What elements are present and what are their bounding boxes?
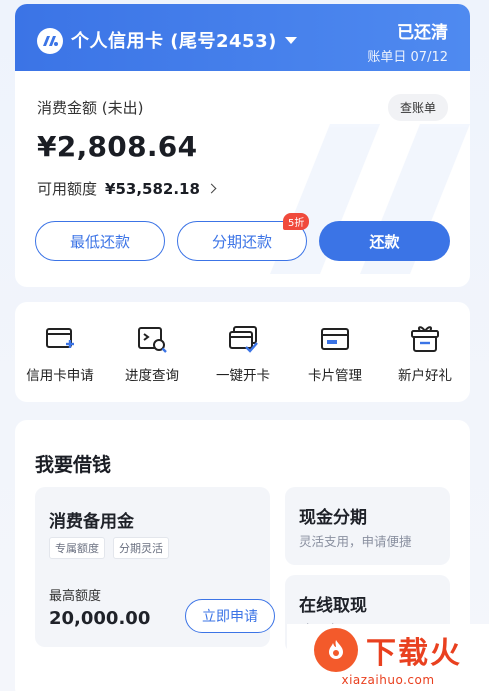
action-label: 信用卡申请 [26, 368, 94, 384]
available-value: ¥53,582.18 [105, 179, 200, 198]
progress-search-icon [138, 327, 167, 353]
action-label: 进度查询 [125, 368, 179, 384]
cash-installment-desc: 灵活支用，申请便捷 [299, 534, 412, 549]
fire-icon [314, 628, 358, 672]
section-title: 我要借钱 [35, 454, 112, 476]
action-new-gift[interactable]: 新户好礼 [380, 322, 470, 384]
card-title: 个人信用卡 (尾号2453) [71, 31, 277, 52]
credit-card-panel: 个人信用卡 (尾号2453) 已还清 账单日 07/12 消费金额 (未出) 查… [15, 4, 470, 287]
site-logo-row: 下载火 [314, 628, 462, 672]
action-card-activate[interactable]: 一键开卡 [198, 322, 288, 384]
action-label: 卡片管理 [308, 368, 362, 384]
available-credit-link[interactable]: 可用额度 ¥53,582.18 [37, 178, 217, 199]
repay-button-row: 最低还款 分期还款 5折 还款 [35, 213, 450, 261]
spend-amount: ¥2,808.64 [37, 130, 198, 163]
site-domain: xiazaihuo.com [341, 673, 435, 687]
card-manage-icon [321, 328, 349, 350]
apply-now-button[interactable]: 立即申请 [185, 599, 275, 633]
max-limit-value: 20,000.00 [49, 608, 151, 629]
site-name: 下载火 [366, 636, 462, 671]
bill-date: 账单日 07/12 [367, 50, 448, 65]
spend-label: 消费金额 (未出) [37, 99, 144, 117]
card-activate-icon [229, 326, 258, 353]
card-add-icon [46, 328, 74, 348]
gift-icon [411, 326, 439, 352]
repay-button[interactable]: 还款 [319, 221, 450, 261]
view-bill-button[interactable]: 查账单 [387, 94, 448, 121]
bank-logo-icon [37, 28, 63, 54]
action-card-apply[interactable]: 信用卡申请 [15, 322, 105, 384]
reserve-tags: 专属额度 分期灵活 [49, 537, 177, 559]
tag: 专属额度 [49, 537, 105, 559]
action-card-manage[interactable]: 卡片管理 [290, 322, 380, 384]
online-cash-title: 在线取现 [299, 596, 367, 616]
discount-badge: 5折 [283, 213, 310, 230]
action-progress-query[interactable]: 进度查询 [107, 322, 197, 384]
chevron-down-icon [284, 36, 297, 44]
card-selector[interactable]: 个人信用卡 (尾号2453) [71, 27, 297, 53]
action-label: 新户好礼 [398, 368, 452, 384]
quick-actions: 信用卡申请 进度查询 一键开卡 卡片管理 新户好礼 [15, 302, 470, 402]
card-header: 个人信用卡 (尾号2453) 已还清 账单日 07/12 [15, 4, 470, 71]
available-label: 可用额度 [37, 180, 98, 198]
reserve-fund-tile[interactable]: 消费备用金 专属额度 分期灵活 最高额度 20,000.00 立即申请 [35, 487, 275, 647]
cash-installment-tile[interactable]: 现金分期 灵活支用，申请便捷 [285, 487, 450, 565]
min-payment-button[interactable]: 最低还款 [35, 221, 165, 261]
repayment-status: 已还清 [397, 23, 448, 43]
cash-installment-title: 现金分期 [299, 508, 367, 528]
chevron-right-icon [206, 183, 217, 194]
action-label: 一键开卡 [216, 368, 270, 384]
site-watermark: 下载火 xiazaihuo.com [287, 624, 489, 691]
reserve-fund-title: 消费备用金 [49, 512, 134, 532]
tag: 分期灵活 [113, 537, 169, 559]
max-limit-label: 最高额度 [49, 589, 102, 604]
